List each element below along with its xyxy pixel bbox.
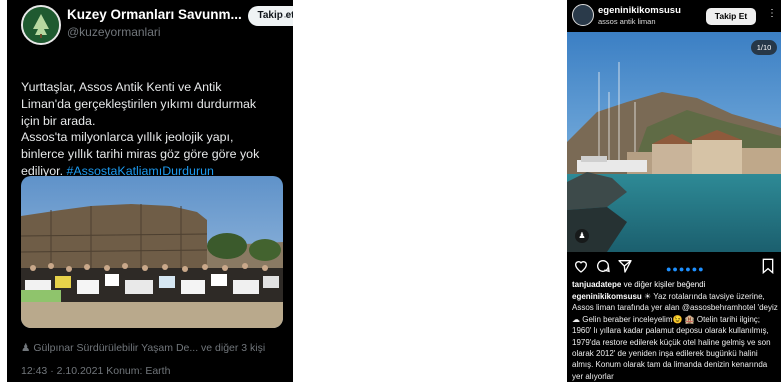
heart-icon[interactable] <box>573 258 589 274</box>
tagged-people[interactable]: ♟ Gülpınar Sürdürülebilir Yaşam De... ve… <box>21 342 265 354</box>
tagged-people-text: Gülpınar Sürdürülebilir Yaşam De... ve d… <box>33 342 266 354</box>
tweet-body: Yurttaşlar, Assos Antik Kenti ve Antik L… <box>21 79 283 180</box>
user-tag-icon[interactable]: ♟ <box>575 229 589 243</box>
likes-line: tanjuadatepe ve diğer kişiler beğendi <box>572 280 705 289</box>
follow-button[interactable]: Takip Et <box>706 8 756 25</box>
post-caption: egeninikikomsusu ☀ Yaz rotalarında tavsi… <box>572 291 779 382</box>
post-photo[interactable] <box>567 32 781 252</box>
profile-avatar[interactable] <box>21 5 61 45</box>
author-name[interactable]: Kuzey Ormanları Savunm... <box>67 7 242 22</box>
likes-rest: ve diğer kişiler beğendi <box>621 280 706 289</box>
author-handle[interactable]: @kuzeyormanlari <box>67 25 161 39</box>
profile-avatar[interactable] <box>572 4 594 26</box>
caption-username[interactable]: egeninikikomsusu <box>572 292 642 301</box>
share-icon[interactable] <box>617 258 633 274</box>
post-location[interactable]: assos antik liman <box>598 17 656 26</box>
comment-icon[interactable] <box>595 258 611 274</box>
carousel-dots: ●●●●●● <box>666 264 705 274</box>
more-options-icon[interactable]: ⋮ <box>767 8 777 19</box>
carousel-counter: 1/10 <box>751 40 777 55</box>
likes-user[interactable]: tanjuadatepe <box>572 280 621 289</box>
tweet-photo[interactable] <box>21 176 283 328</box>
post-username[interactable]: egeninikikomsusu <box>598 5 681 16</box>
user-icon: ♟ <box>21 342 34 354</box>
instagram-screenshot: egeninikikomsusu assos antik liman Takip… <box>567 0 781 382</box>
more-options-icon[interactable]: ··· <box>279 9 291 23</box>
caption-text: ☀ Yaz rotalarında tavsiye üzerine, Assos… <box>572 292 778 381</box>
post-actions: ●●●●●● <box>567 258 781 276</box>
tweet-screenshot: Kuzey Ormanları Savunm... @kuzeyormanlar… <box>7 0 293 382</box>
tweet-meta: 12:43 · 2.10.2021 Konum: Earth <box>21 365 171 377</box>
bookmark-icon[interactable] <box>761 258 775 274</box>
